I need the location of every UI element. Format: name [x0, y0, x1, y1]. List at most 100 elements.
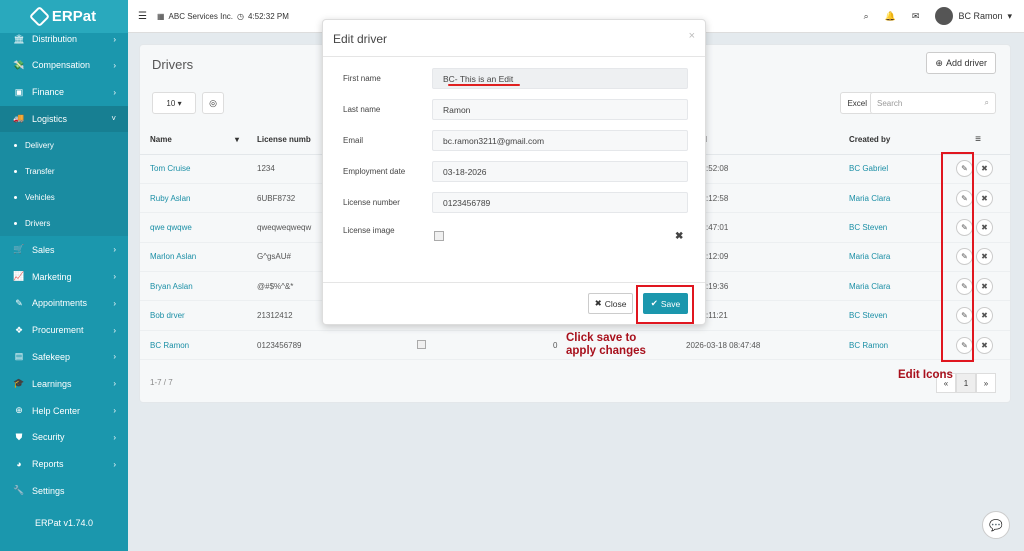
annotation-save-highlight [636, 285, 694, 324]
annotation-save-note: Click save to apply changes [566, 332, 646, 357]
created-by[interactable]: Maria Clara [839, 242, 946, 273]
close-icon: ✖ [594, 298, 602, 308]
sidebar-sub-delivery[interactable]: Delivery [0, 132, 128, 159]
chevron-right-icon: › [113, 459, 116, 469]
add-driver-button[interactable]: ⊕ Add driver [926, 52, 996, 74]
cash-icon: ▣ [14, 86, 24, 97]
storage-icon: ▤ [14, 351, 24, 362]
sidebar-sub-drivers[interactable]: Drivers [0, 210, 128, 237]
excel-button[interactable]: Excel [840, 92, 874, 114]
bullet-icon [14, 195, 17, 199]
sidebar-item-appointments[interactable]: ✎ Appointments › [0, 290, 128, 317]
sidebar-item-learnings[interactable]: 🎓 Learnings › [0, 370, 128, 397]
created-by[interactable]: BC Steven [839, 300, 946, 331]
help-icon: ⊕ [15, 405, 23, 416]
mail-icon[interactable]: ✉ [912, 11, 920, 22]
annotation-edit-icons-label: Edit Icons [898, 369, 953, 381]
caret-down-icon: ▾ [177, 98, 182, 108]
sidebar-item-sales[interactable]: 🛒 Sales › [0, 236, 128, 263]
chart-icon: 📈 [13, 271, 25, 282]
delete-x-icon[interactable]: ✖ [976, 248, 993, 266]
delete-x-icon[interactable]: ✖ [976, 189, 993, 207]
page-size-select[interactable]: 10 ▾ [152, 92, 196, 114]
driver-name[interactable]: Bob drver [140, 300, 247, 331]
driver-name[interactable]: Ruby Aslan [140, 183, 247, 214]
sidebar-item-compensation[interactable]: 💸 Compensation › [0, 52, 128, 79]
sidebar-sub-vehicles[interactable]: Vehicles [0, 184, 128, 211]
edit-icon: ✎ [15, 297, 23, 308]
page-title: Drivers [152, 57, 194, 72]
close-icon[interactable]: × [689, 30, 695, 42]
license-number-row: License number 0123456789 [343, 192, 688, 213]
caret-down-icon: ▾ [1007, 10, 1012, 21]
delete-x-icon[interactable]: ✖ [976, 336, 993, 354]
chevron-right-icon: › [113, 432, 116, 442]
col-options[interactable]: ≡ [946, 125, 1010, 155]
sidebar-item-procurement[interactable]: ❖ Procurement › [0, 317, 128, 344]
driver-name[interactable]: Marlon Aslan [140, 242, 247, 273]
email-field[interactable]: bc.ramon3211@gmail.com [432, 130, 688, 151]
driver-name[interactable]: Bryan Aslan [140, 271, 247, 302]
chevron-right-icon: › [113, 245, 116, 255]
remove-image-icon[interactable]: ✖ [675, 231, 683, 242]
created-by[interactable]: BC Gabriel [839, 154, 946, 184]
created-by[interactable]: Maria Clara [839, 271, 946, 302]
column-visibility-button[interactable]: ◎ [202, 92, 224, 114]
delete-x-icon[interactable]: ✖ [976, 218, 993, 236]
next-page-button[interactable]: » [976, 373, 996, 393]
clock-icon: ◷ [237, 11, 244, 21]
delete-x-icon[interactable]: ✖ [976, 307, 993, 325]
page-button[interactable]: 1 [956, 373, 976, 393]
close-button[interactable]: ✖ Close [588, 293, 633, 314]
last-name-field[interactable]: Ramon [432, 99, 688, 120]
menu-toggle-icon[interactable]: ☰ [138, 11, 147, 22]
eye-slash-icon: ◎ [209, 97, 217, 108]
created-by[interactable]: BC Steven [839, 212, 946, 243]
driver-name[interactable]: Tom Cruise [140, 154, 247, 184]
user-menu[interactable]: BC Ramon ▾ [935, 7, 1012, 25]
license-image-icon[interactable] [434, 231, 444, 241]
sidebar-item-finance[interactable]: ▣ Finance › [0, 79, 128, 106]
search-icon[interactable]: ⌕ [864, 11, 869, 22]
last-name-row: Last name Ramon [343, 99, 688, 120]
graduation-icon: 🎓 [13, 378, 25, 389]
col-name[interactable]: Name ▾ [140, 125, 247, 155]
cubes-icon: ❖ [14, 324, 24, 335]
created-by[interactable]: Maria Clara [839, 183, 946, 214]
sidebar-item-help-center[interactable]: ⊕ Help Center › [0, 397, 128, 424]
col-created-by[interactable]: Created by [839, 125, 946, 155]
avatar [935, 7, 954, 25]
delete-x-icon[interactable]: ✖ [976, 277, 993, 295]
sidebar-item-reports[interactable]: ◕ Reports › [0, 451, 128, 478]
sidebar-sub-transfer[interactable]: Transfer [0, 158, 128, 185]
broken-image-icon [417, 339, 426, 349]
sidebar-item-logistics[interactable]: 🚚 Logistics ˅ [0, 105, 128, 133]
delete-x-icon[interactable]: ✖ [976, 160, 993, 178]
cart-icon: 🛒 [13, 244, 25, 255]
sidebar-item-settings[interactable]: 🔧 Settings [0, 478, 128, 505]
chevron-right-icon: › [113, 298, 116, 308]
plus-circle-icon: ⊕ [935, 57, 943, 68]
created-by[interactable]: BC Ramon [839, 330, 946, 361]
search-input[interactable]: Search ⌕ [870, 92, 996, 114]
driver-name[interactable]: qwe qwqwe [140, 212, 247, 243]
bullet-icon [14, 221, 17, 225]
sidebar-item-security[interactable]: ⛊ Security › [0, 424, 128, 451]
chat-icon[interactable]: 💬 [982, 511, 1010, 539]
created-date: 2026-03-18 08:47:48 [676, 330, 839, 361]
logo-icon [28, 5, 51, 28]
sidebar-item-marketing[interactable]: 📈 Marketing › [0, 263, 128, 290]
bullet-icon [14, 169, 17, 173]
sidebar-item-safekeep[interactable]: ▤ Safekeep › [0, 344, 128, 371]
chevron-down-icon: ˅ [111, 114, 116, 124]
license-number-field[interactable]: 0123456789 [432, 192, 688, 213]
chevron-right-icon: › [113, 272, 116, 282]
annotation-underline [448, 84, 520, 86]
shield-icon: ⛊ [15, 431, 23, 442]
employment-date-row: Employment date 03-18-2026 [343, 161, 688, 182]
sidebar-item-distribution[interactable]: 🏛 Distribution › [0, 26, 128, 52]
edit-driver-modal: Edit driver × First name BC- This is an … [322, 19, 706, 325]
employment-date-field[interactable]: 03-18-2026 [432, 161, 688, 182]
bell-icon[interactable]: 🔔 [885, 11, 896, 22]
driver-name[interactable]: BC Ramon [140, 330, 247, 361]
